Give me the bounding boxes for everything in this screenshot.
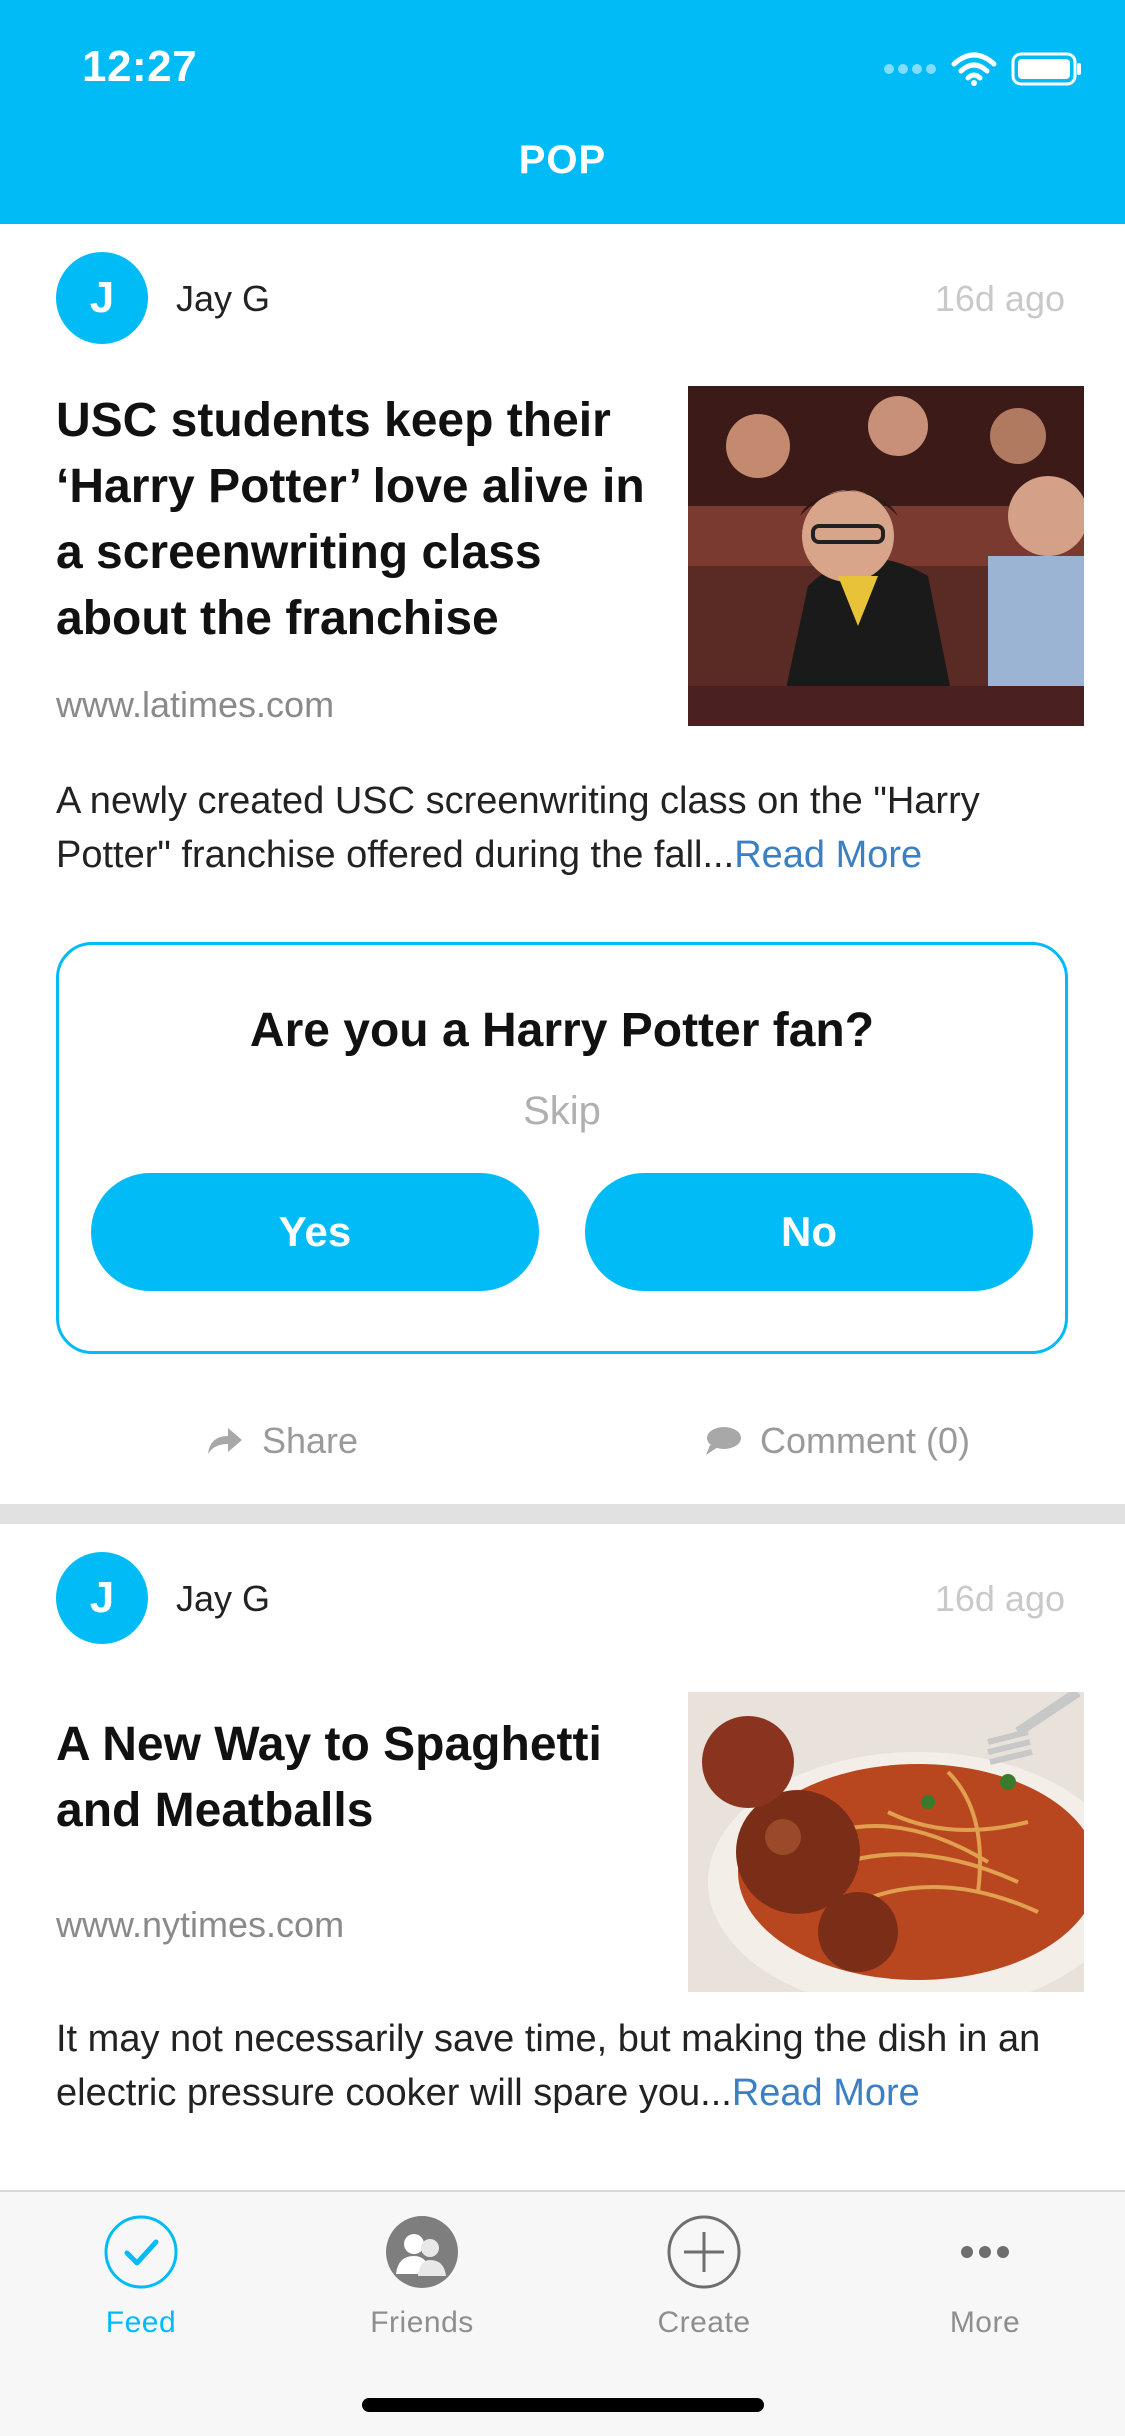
poll-no-button[interactable]: No <box>585 1173 1033 1291</box>
home-indicator[interactable] <box>362 2398 764 2412</box>
article-description: It may not necessarily save time, but ma… <box>56 2012 1076 2120</box>
header-title: POP <box>518 138 607 182</box>
plus-circle-icon <box>667 2215 741 2289</box>
avatar[interactable]: J <box>56 252 148 344</box>
article-thumbnail[interactable] <box>688 1692 1084 1992</box>
avatar[interactable]: J <box>56 1552 148 1644</box>
post-time: 16d ago <box>934 278 1065 319</box>
poll-yes-button[interactable]: Yes <box>91 1173 539 1291</box>
read-more-link[interactable]: Read More <box>734 834 922 876</box>
battery-icon <box>1011 52 1081 86</box>
ellipsis-icon <box>961 2246 1009 2258</box>
app-header: 12:27 POP <box>0 0 1125 224</box>
tab-label: More <box>949 2306 1021 2339</box>
post-time: 16d ago <box>934 1578 1065 1619</box>
article-source[interactable]: www.nytimes.com <box>56 1904 344 1946</box>
tab-label: Feed <box>105 2306 177 2339</box>
article-thumbnail[interactable] <box>688 386 1084 726</box>
tab-label: Create <box>657 2306 751 2339</box>
tab-more[interactable]: More <box>885 2204 1085 2340</box>
post-divider <box>0 1504 1125 1524</box>
poll-question: Are you a Harry Potter fan? <box>249 1004 875 1057</box>
tab-create[interactable]: Create <box>604 2204 804 2340</box>
check-circle-icon <box>104 2215 178 2289</box>
tab-friends[interactable]: Friends <box>322 2204 522 2340</box>
friends-icon <box>386 2216 458 2288</box>
author-name[interactable]: Jay G <box>176 278 270 320</box>
share-label: Share <box>262 1420 359 1461</box>
wifi-icon <box>951 52 997 86</box>
feed-list[interactable]: J Jay G 16d ago USC students keep their … <box>0 224 1125 2190</box>
comment-bubble-icon <box>706 1427 741 1455</box>
article-headline[interactable]: USC students keep their ‘Harry Potter’ l… <box>56 388 666 652</box>
share-arrow-icon <box>208 1428 242 1454</box>
feed-post: J Jay G 16d ago A New Way to Spaghetti a… <box>0 1524 1125 2190</box>
article-source[interactable]: www.latimes.com <box>56 684 334 726</box>
status-time: 12:27 <box>82 42 198 91</box>
article-description: A newly created USC screenwriting class … <box>56 774 1076 882</box>
signal-icon <box>884 64 936 74</box>
poll-card: Are you a Harry Potter fan? Skip Yes No <box>56 942 1068 1354</box>
author-name[interactable]: Jay G <box>176 1578 270 1620</box>
tab-label: Friends <box>370 2306 474 2339</box>
share-button[interactable]: Share <box>206 1420 358 1462</box>
poll-skip-button[interactable]: Skip <box>59 1089 1065 1134</box>
tab-feed[interactable]: Feed <box>41 2204 241 2340</box>
status-icons <box>883 52 1083 86</box>
feed-post: J Jay G 16d ago USC students keep their … <box>0 224 1125 1504</box>
read-more-link[interactable]: Read More <box>732 2072 920 2114</box>
article-headline[interactable]: A New Way to Spaghetti and Meatballs <box>56 1712 666 1844</box>
article-image <box>688 1692 1084 1992</box>
article-image <box>688 386 1084 726</box>
comment-label: Comment (0) <box>760 1420 971 1461</box>
comment-button[interactable]: Comment (0) <box>704 1420 970 1462</box>
